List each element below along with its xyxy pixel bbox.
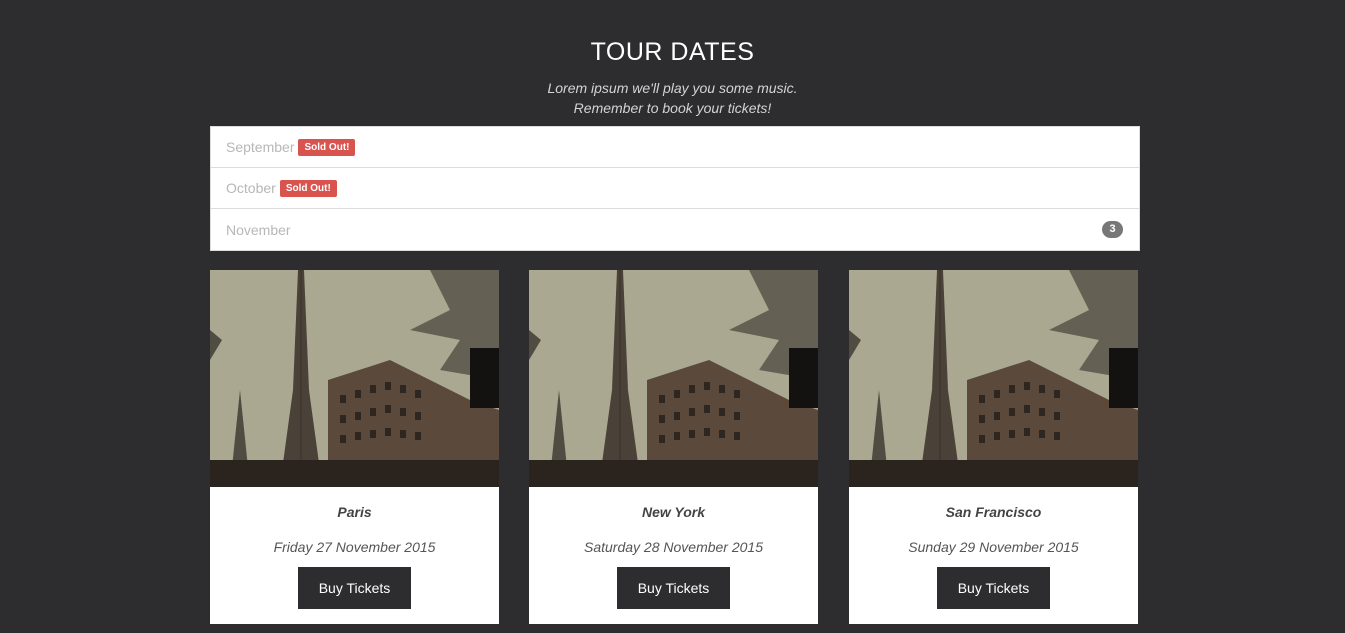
tour-cards: Paris Friday 27 November 2015 Buy Ticket… [210, 270, 1140, 624]
month-label: October [226, 180, 276, 196]
eiffel-tower-photo [849, 270, 1138, 487]
tour-card-paris: Paris Friday 27 November 2015 Buy Ticket… [210, 270, 499, 624]
month-item-september[interactable]: September Sold Out! [211, 127, 1139, 168]
tour-card-san-francisco: San Francisco Sunday 29 November 2015 Bu… [849, 270, 1138, 624]
tour-city: New York [641, 504, 706, 520]
subtitle-line-2: Remember to book your tickets! [573, 100, 772, 116]
page-title: TOUR DATES [590, 38, 755, 66]
subtitle-line-1: Lorem ipsum we'll play you some music. [547, 80, 798, 96]
tour-date: Friday 27 November 2015 [273, 539, 436, 555]
subtitle: Lorem ipsum we'll play you some music. R… [0, 78, 1345, 118]
month-label: November [226, 221, 291, 238]
month-item-october[interactable]: October Sold Out! [211, 168, 1139, 209]
sold-out-badge: Sold Out! [298, 138, 356, 156]
month-list: September Sold Out! October Sold Out! No… [210, 126, 1140, 251]
eiffel-tower-photo [529, 270, 818, 487]
month-item-november[interactable]: November 3 [211, 209, 1139, 250]
buy-tickets-button[interactable]: Buy Tickets [937, 567, 1050, 609]
tour-date: Sunday 29 November 2015 [908, 539, 1079, 555]
tour-date: Saturday 28 November 2015 [584, 539, 763, 555]
eiffel-tower-photo [210, 270, 499, 487]
tour-card-new-york: New York Saturday 28 November 2015 Buy T… [529, 270, 818, 624]
tour-city: San Francisco [945, 504, 1042, 520]
month-label: September [226, 139, 295, 155]
buy-tickets-button[interactable]: Buy Tickets [617, 567, 730, 609]
buy-tickets-button[interactable]: Buy Tickets [298, 567, 411, 609]
sold-out-badge: Sold Out! [279, 179, 337, 197]
tour-city: Paris [337, 504, 372, 520]
count-badge: 3 [1102, 221, 1123, 238]
